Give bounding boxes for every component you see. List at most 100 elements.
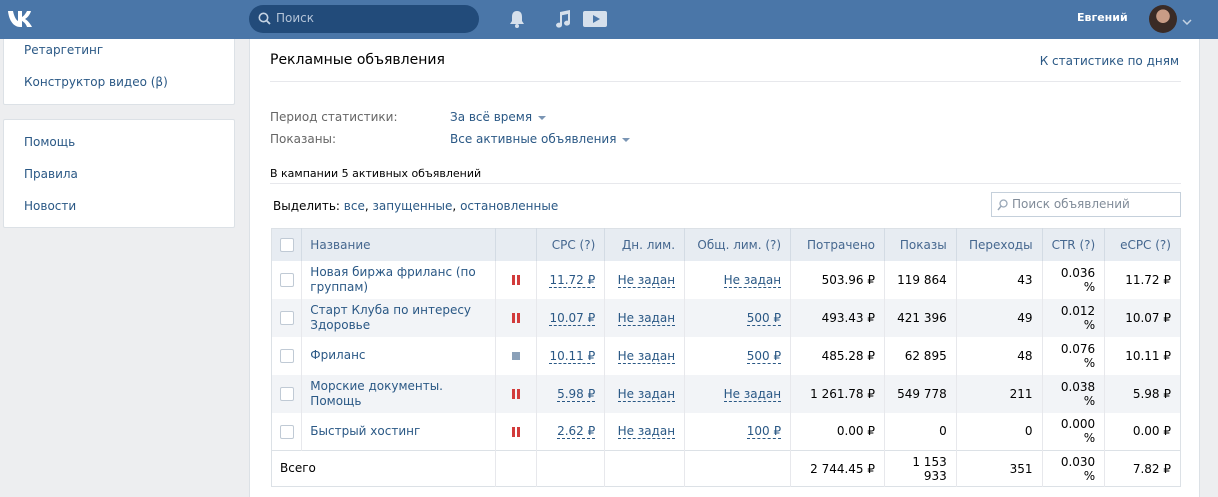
- pause-icon[interactable]: [511, 275, 520, 285]
- ctr-cell: 0.000 %: [1042, 412, 1106, 451]
- checkbox[interactable]: [279, 238, 294, 252]
- select-stopped-link[interactable]: остановленные: [460, 199, 558, 213]
- status-cell[interactable]: [495, 412, 537, 451]
- vk-logo-icon[interactable]: [6, 8, 40, 30]
- status-cell[interactable]: [495, 298, 537, 337]
- top-header: Поиск Евгений: [0, 0, 1218, 39]
- total-limit-cell: 500 ₽: [684, 336, 792, 375]
- total-limit-value[interactable]: 500 ₽: [746, 348, 782, 364]
- column-header-ecpc[interactable]: eCPC (?): [1104, 228, 1181, 261]
- row-checkbox-cell[interactable]: [271, 374, 303, 413]
- ad-name-link[interactable]: Фриланс: [301, 336, 497, 375]
- day-limit-value[interactable]: Не задан: [617, 424, 676, 440]
- ad-name-link[interactable]: Быстрый хостинг: [301, 412, 497, 451]
- ads-search-input[interactable]: Поиск объявлений: [991, 192, 1181, 217]
- shown-dropdown[interactable]: Все активные объявления: [450, 132, 631, 146]
- total-limit-value[interactable]: 100 ₽: [746, 424, 782, 440]
- checkbox[interactable]: [279, 310, 294, 325]
- checkbox[interactable]: [279, 348, 294, 363]
- shown-value: Все активные объявления: [450, 132, 617, 146]
- ad-name-link[interactable]: Новая биржа фриланс (по группам): [301, 260, 497, 299]
- cpc-cell: 11.72 ₽: [536, 260, 606, 299]
- row-checkbox-cell[interactable]: [271, 336, 303, 375]
- column-header-impressions[interactable]: Показы: [884, 228, 957, 261]
- cpc-value[interactable]: 10.07 ₽: [549, 310, 596, 326]
- column-header-day-limit[interactable]: Дн. лим.: [604, 228, 686, 261]
- ads-search-placeholder: Поиск объявлений: [1012, 197, 1130, 211]
- checkbox[interactable]: [279, 272, 294, 287]
- clicks-cell: 43: [956, 260, 1043, 299]
- empty-cell: [536, 450, 606, 487]
- day-limit-cell: Не задан: [604, 336, 686, 375]
- search-input[interactable]: Поиск: [249, 5, 479, 33]
- page-title: Рекламные объявления: [270, 52, 445, 68]
- avatar[interactable]: [1149, 5, 1177, 33]
- row-checkbox-cell[interactable]: [271, 260, 303, 299]
- status-cell[interactable]: [495, 374, 537, 413]
- day-limit-value[interactable]: Не задан: [617, 272, 676, 288]
- row-checkbox-cell[interactable]: [271, 298, 303, 337]
- music-icon[interactable]: [554, 9, 572, 32]
- row-checkbox-cell[interactable]: [271, 412, 303, 451]
- total-limit-value[interactable]: 500 ₽: [746, 310, 782, 326]
- column-header-spent[interactable]: Потрачено: [790, 228, 886, 261]
- cpc-value[interactable]: 5.98 ₽: [557, 386, 596, 402]
- ads-table: Название CPC (?) Дн. лим. Общ. лим. (?) …: [271, 228, 1181, 487]
- sidebar-item-help[interactable]: Помощь: [24, 135, 75, 149]
- day-limit-value[interactable]: Не задан: [617, 386, 676, 402]
- cpc-value[interactable]: 11.72 ₽: [549, 272, 596, 288]
- table-row: Быстрый хостинг 2.62 ₽ Не задан 100 ₽ 0.…: [271, 412, 1181, 451]
- pause-icon[interactable]: [511, 426, 520, 437]
- total-limit-value[interactable]: Не задан: [723, 386, 782, 402]
- select-running-link[interactable]: запущенные: [373, 199, 453, 213]
- status-cell[interactable]: [495, 260, 537, 299]
- total-label: Всего: [271, 450, 497, 487]
- ad-name-link[interactable]: Старт Клуба по интересу Здоровье: [301, 298, 497, 337]
- day-limit-cell: Не задан: [604, 260, 686, 299]
- bell-icon[interactable]: [508, 9, 526, 32]
- ctr-cell: 0.036 %: [1042, 260, 1106, 299]
- sidebar-item-news[interactable]: Новости: [24, 199, 76, 213]
- clicks-cell: 211: [956, 374, 1043, 413]
- stop-icon[interactable]: [511, 352, 520, 360]
- column-header-total-limit[interactable]: Общ. лим. (?): [684, 228, 792, 261]
- period-dropdown[interactable]: За всё время: [450, 110, 547, 124]
- ad-name-link[interactable]: Морские документы. Помощь: [301, 374, 497, 413]
- column-header-ctr[interactable]: CTR (?): [1042, 228, 1106, 261]
- status-cell[interactable]: [495, 336, 537, 375]
- ecpc-cell: 10.11 ₽: [1125, 348, 1171, 363]
- column-header-clicks[interactable]: Переходы: [956, 228, 1043, 261]
- checkbox[interactable]: [279, 386, 294, 401]
- cpc-value[interactable]: 10.11 ₽: [549, 348, 596, 364]
- stats-by-day-link[interactable]: К статистике по дням: [1040, 54, 1179, 68]
- sidebar-item-rules[interactable]: Правила: [24, 167, 78, 181]
- period-value: За всё время: [450, 110, 533, 124]
- shown-label: Показаны:: [270, 132, 337, 146]
- day-limit-value[interactable]: Не задан: [617, 348, 676, 364]
- table-row: Новая биржа фриланс (по группам) 11.72 ₽…: [271, 260, 1181, 299]
- video-icon[interactable]: [583, 8, 609, 33]
- column-header-name[interactable]: Название: [301, 228, 497, 261]
- user-name[interactable]: Евгений: [1077, 11, 1128, 24]
- chevron-down-icon[interactable]: [1182, 14, 1192, 28]
- checkbox[interactable]: [279, 424, 294, 439]
- total-limit-cell: Не задан: [684, 260, 792, 299]
- ctr-cell: 0.038 %: [1042, 374, 1106, 413]
- total-ecpc: 7.82 ₽: [1104, 450, 1181, 487]
- sidebar-item-video-constructor[interactable]: Конструктор видео (β): [24, 75, 168, 89]
- sidebar-item-retargeting[interactable]: Ретаргетинг: [24, 43, 103, 57]
- clicks-cell: 49: [956, 298, 1043, 337]
- column-header-cpc[interactable]: CPC (?): [536, 228, 606, 261]
- cpc-value[interactable]: 2.62 ₽: [557, 424, 596, 440]
- select-all-checkbox-cell[interactable]: [271, 228, 303, 261]
- day-limit-value[interactable]: Не задан: [617, 310, 676, 326]
- ecpc-cell: 5.98 ₽: [1104, 374, 1181, 413]
- column-header-status: [495, 228, 537, 261]
- total-limit-value[interactable]: Не задан: [723, 272, 782, 288]
- select-prefix: Выделить:: [273, 199, 340, 213]
- pause-icon[interactable]: [511, 313, 520, 323]
- select-all-link[interactable]: все: [344, 199, 365, 213]
- cpc-cell: 10.11 ₽: [536, 336, 606, 375]
- total-impressions: 1 153 933: [884, 450, 957, 487]
- pause-icon[interactable]: [511, 389, 520, 399]
